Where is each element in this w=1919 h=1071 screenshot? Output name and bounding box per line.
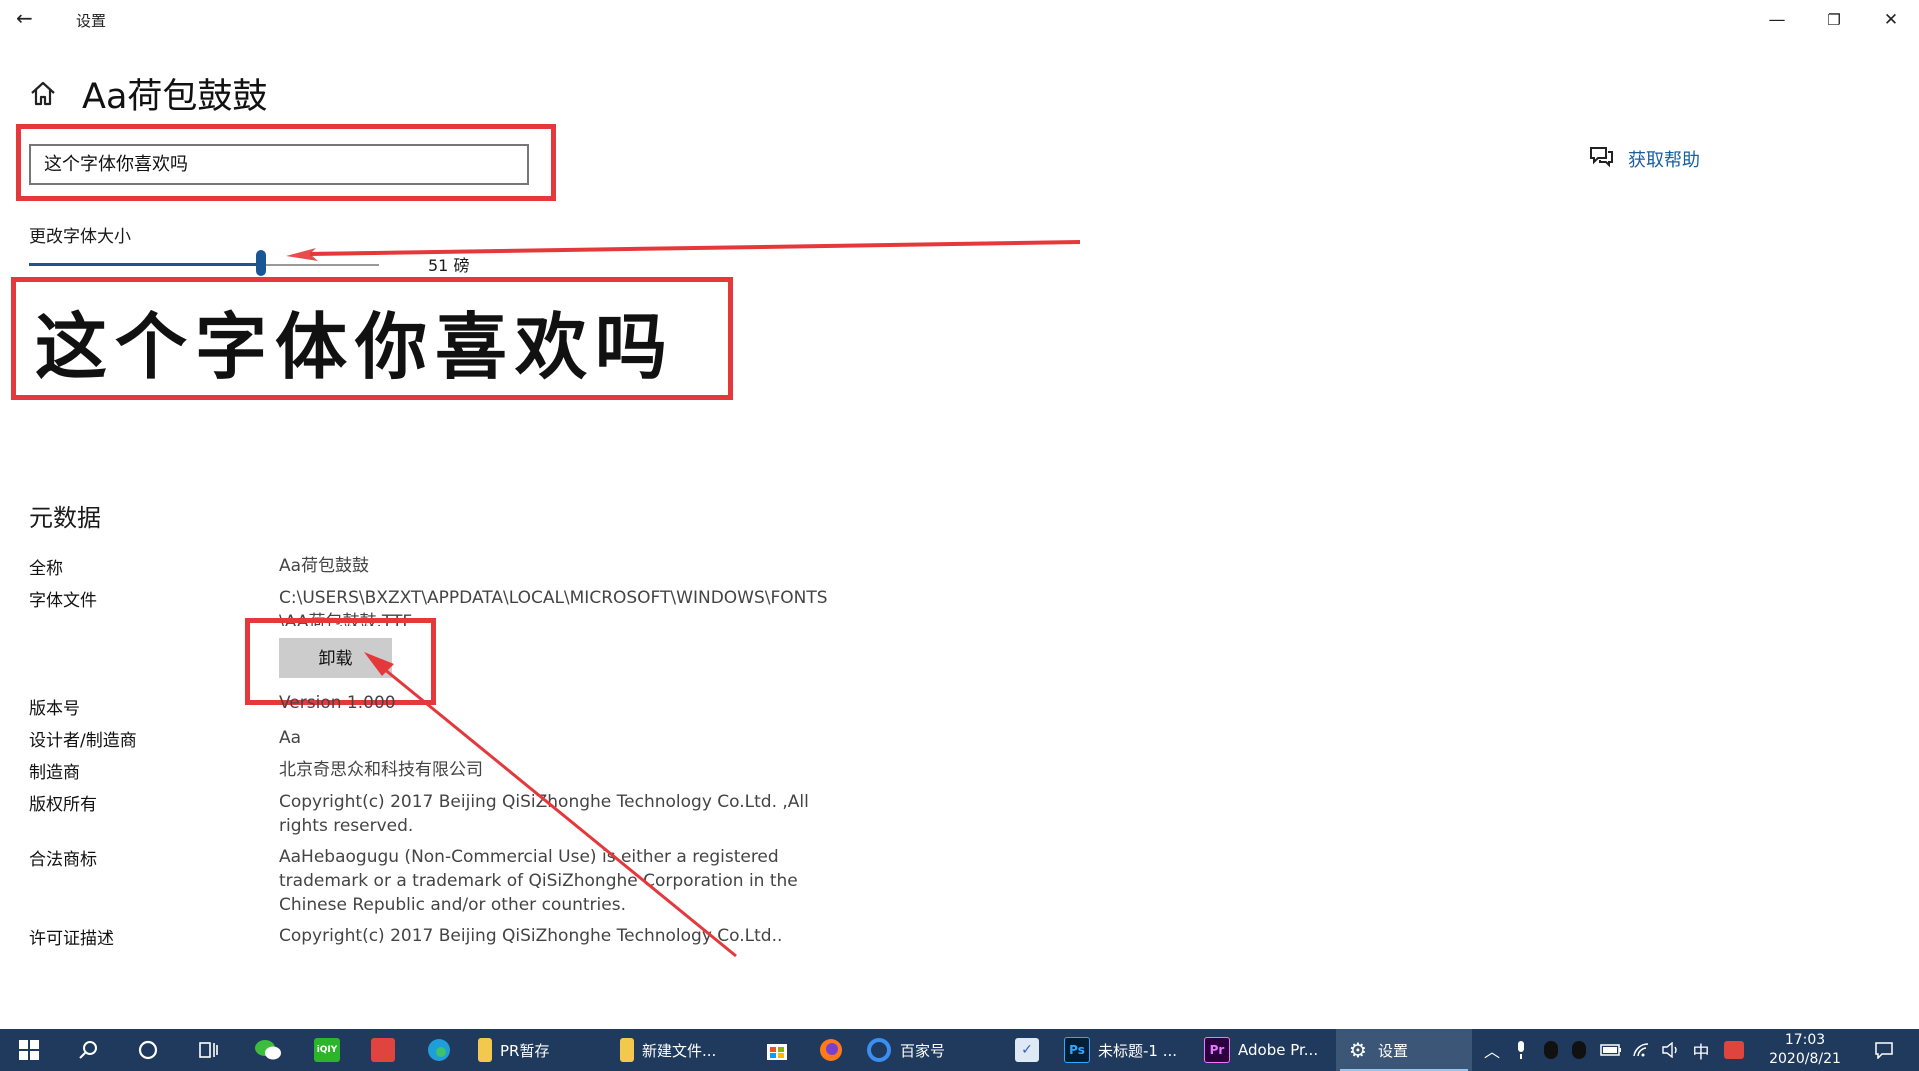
slider-track-fill (29, 263, 263, 266)
font-size-label: 更改字体大小 (29, 227, 131, 247)
battery-icon (1600, 1044, 1621, 1056)
firefox-icon (820, 1039, 842, 1061)
red-tray-icon (1724, 1041, 1744, 1059)
start-button[interactable] (12, 1029, 46, 1071)
edge-icon (428, 1039, 450, 1061)
back-icon[interactable]: ← (16, 6, 40, 30)
taskbar-clock[interactable]: 17:03 2020/8/21 (1757, 1031, 1853, 1069)
license-key: 许可证描述 (29, 929, 114, 949)
home-icon[interactable] (28, 78, 58, 108)
taskbar-label: 设置 (1378, 1041, 1409, 1060)
taskbar-label: 新建文件... (642, 1041, 717, 1060)
tray-battery[interactable] (1599, 1029, 1623, 1071)
taskbar-edge[interactable] (422, 1029, 456, 1071)
folder-icon (478, 1038, 492, 1062)
folder-icon (620, 1038, 634, 1062)
full-name-value: Aa荷包鼓鼓 (279, 556, 370, 576)
taskbar-label: PR暂存 (500, 1041, 550, 1060)
taskbar-label: 未标题-1 ... (1098, 1041, 1178, 1060)
taskbar-store[interactable] (760, 1029, 794, 1071)
baijiahao-icon (867, 1038, 891, 1062)
qq-icon (1544, 1041, 1558, 1059)
annotation-arrow-slider (286, 240, 1081, 261)
taskbar-label: 百家号 (900, 1041, 946, 1060)
wifi-icon (1633, 1043, 1649, 1057)
preview-text-input[interactable]: 这个字体你喜欢吗 (29, 144, 529, 185)
get-help-link[interactable]: 获取帮助 (1628, 146, 1700, 172)
manufacturer-key: 制造商 (29, 763, 80, 783)
microphone-icon (1518, 1041, 1524, 1059)
speaker-icon (1662, 1042, 1677, 1058)
wechat-icon (255, 1040, 281, 1060)
task-view-icon (199, 1042, 218, 1058)
designer-key: 设计者/制造商 (29, 731, 137, 751)
cortana-icon (138, 1040, 158, 1060)
iqiyi-icon: iQIY (314, 1038, 340, 1062)
action-center-button[interactable] (1864, 1029, 1904, 1071)
cortana-button[interactable] (131, 1029, 165, 1071)
taskbar-pr-folder[interactable]: PR暂存 (478, 1029, 588, 1071)
premiere-icon: Pr (1204, 1037, 1230, 1063)
taskbar-new-folder[interactable]: 新建文件... (620, 1029, 740, 1071)
help-chat-icon[interactable] (1588, 144, 1614, 168)
ime-indicator[interactable]: 中 (1689, 1029, 1713, 1071)
red-app-icon (371, 1038, 395, 1062)
taskbar-wechat[interactable] (251, 1029, 285, 1071)
trademark-key: 合法商标 (29, 850, 97, 870)
close-button[interactable]: ✕ (1863, 0, 1919, 40)
taskbar-app-check[interactable]: ✓ (1010, 1029, 1044, 1071)
restore-button[interactable]: ❐ (1806, 0, 1862, 40)
font-size-slider-thumb[interactable] (256, 250, 266, 276)
window-title: 设置 (76, 12, 107, 30)
tray-volume[interactable] (1659, 1029, 1683, 1071)
qq-icon (1572, 1041, 1586, 1059)
taskbar-label: Adobe Pr... (1238, 1041, 1319, 1059)
photoshop-icon: Ps (1064, 1037, 1090, 1063)
font-file-key: 字体文件 (29, 591, 97, 611)
tray-qq-2[interactable] (1568, 1029, 1590, 1071)
clock-time: 17:03 (1784, 1032, 1826, 1048)
gear-icon: ⚙ (1349, 1038, 1367, 1062)
page-title: Aa荷包鼓鼓 (82, 77, 268, 117)
copyright-key: 版权所有 (29, 795, 97, 815)
taskbar-firefox[interactable] (814, 1029, 848, 1071)
taskbar-settings[interactable]: ⚙ 设置 (1336, 1029, 1472, 1071)
taskbar-premiere[interactable]: Pr Adobe Pr... (1204, 1029, 1324, 1071)
tray-qq-1[interactable] (1540, 1029, 1562, 1071)
tray-microphone[interactable] (1511, 1029, 1531, 1071)
tray-wifi[interactable] (1630, 1029, 1654, 1071)
font-preview-text: 这个字体你喜欢吗 (35, 305, 676, 389)
clock-date: 2020/8/21 (1769, 1051, 1841, 1067)
metadata-heading: 元数据 (29, 504, 101, 532)
chevron-up-icon: ︿ (1483, 1042, 1500, 1061)
windows-logo-icon (19, 1040, 39, 1060)
taskbar-app-red[interactable] (366, 1029, 400, 1071)
search-icon (79, 1041, 97, 1059)
tray-app-red[interactable] (1722, 1029, 1746, 1071)
notification-icon (1875, 1042, 1893, 1059)
annotation-arrow-uninstall (364, 652, 737, 958)
minimize-button[interactable]: — (1749, 0, 1805, 40)
search-button[interactable] (72, 1029, 106, 1071)
taskbar-iqiyi[interactable]: iQIY (310, 1029, 344, 1071)
version-key: 版本号 (29, 699, 80, 719)
show-hidden-icons[interactable]: ︿ (1482, 1029, 1502, 1071)
full-name-key: 全称 (29, 559, 63, 579)
task-view-button[interactable] (191, 1029, 225, 1071)
taskbar-photoshop[interactable]: Ps 未标题-1 ... (1064, 1029, 1184, 1071)
check-app-icon: ✓ (1015, 1038, 1039, 1062)
store-icon (767, 1044, 787, 1060)
taskbar-baijiahao[interactable]: 百家号 (866, 1029, 986, 1071)
